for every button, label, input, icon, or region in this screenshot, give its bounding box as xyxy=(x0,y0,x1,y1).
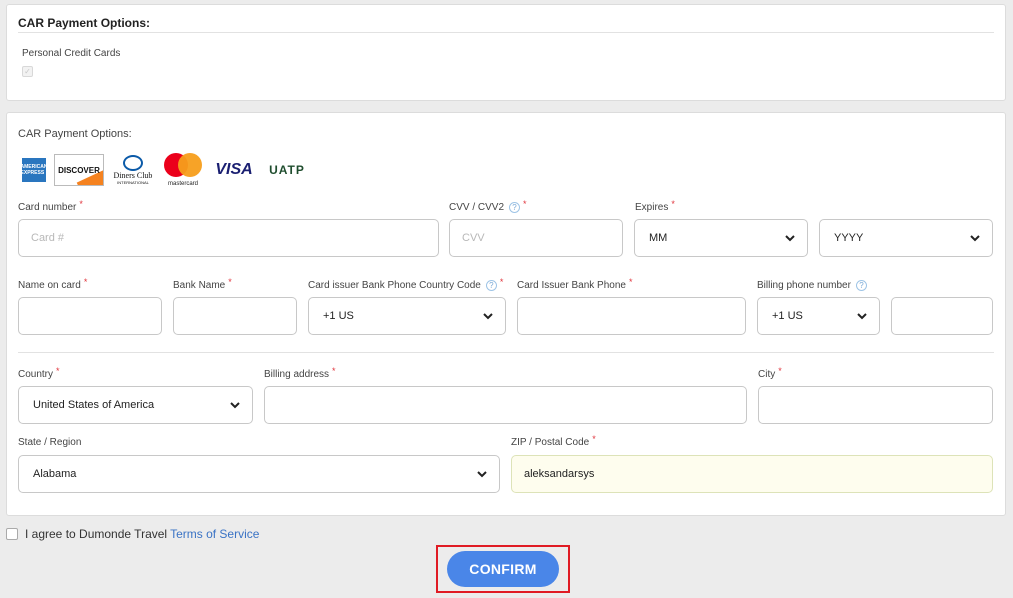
section-title: CAR Payment Options: xyxy=(18,128,132,140)
chevron-down-icon xyxy=(483,313,493,320)
expires-month-select[interactable]: MM xyxy=(634,219,808,257)
zip-input[interactable]: aleksandarsys xyxy=(511,455,993,493)
confirm-button[interactable]: CONFIRM xyxy=(447,551,559,587)
chevron-down-icon xyxy=(970,235,980,242)
city-input[interactable] xyxy=(758,386,993,424)
state-select[interactable]: Alabama xyxy=(18,455,500,493)
section-title: CAR Payment Options: xyxy=(18,16,151,30)
name-on-card-label: Name on card * xyxy=(18,277,88,291)
expires-label: Expires * xyxy=(635,199,675,213)
help-icon[interactable]: ? xyxy=(509,202,521,213)
personal-cards-panel: CAR Payment Options: Personal Credit Car… xyxy=(6,4,1006,101)
country-select[interactable]: United States of America xyxy=(18,386,253,424)
issuer-country-code-label: Card issuer Bank Phone Country Code? * xyxy=(308,277,504,292)
terms-text: I agree to Dumonde Travel xyxy=(25,527,168,541)
name-on-card-input[interactable] xyxy=(18,297,162,335)
billing-phone-input[interactable] xyxy=(891,297,993,335)
divider xyxy=(18,352,994,353)
state-label: State / Region xyxy=(18,437,82,448)
issuer-country-code-select[interactable]: +1 US xyxy=(308,297,506,335)
chevron-down-icon xyxy=(477,471,487,478)
cvv-input[interactable]: CVV xyxy=(449,219,623,257)
chevron-down-icon xyxy=(785,235,795,242)
amex-logo: AMERICAN EXPRESS xyxy=(21,158,47,182)
issuer-phone-label: Card Issuer Bank Phone * xyxy=(517,277,633,291)
billing-address-input[interactable] xyxy=(264,386,747,424)
terms-row: I agree to Dumonde Travel Terms of Servi… xyxy=(6,527,259,541)
divider xyxy=(18,32,994,33)
chevron-down-icon xyxy=(230,402,240,409)
billing-address-label: Billing address * xyxy=(264,366,336,380)
card-number-input[interactable]: Card # xyxy=(18,219,439,257)
confirm-highlight: CONFIRM xyxy=(436,545,570,593)
bank-name-label: Bank Name * xyxy=(173,277,232,291)
terms-checkbox[interactable] xyxy=(6,528,18,540)
billing-phone-code-select[interactable]: +1 US xyxy=(757,297,880,335)
city-label: City * xyxy=(758,366,782,380)
diners-club-logo: Diners Club INTERNATIONAL xyxy=(112,154,154,186)
personal-credit-cards-label: Personal Credit Cards xyxy=(22,48,121,59)
expires-year-select[interactable]: YYYY xyxy=(819,219,993,257)
card-logos: AMERICAN EXPRESS DISCOVER Diners Club IN… xyxy=(21,153,310,187)
cvv-label: CVV / CVV2? * xyxy=(449,199,527,214)
zip-label: ZIP / Postal Code * xyxy=(511,434,596,448)
issuer-phone-input[interactable] xyxy=(517,297,746,335)
uatp-logo: UATP xyxy=(269,163,305,177)
visa-logo: VISA xyxy=(215,161,253,178)
personal-credit-cards-checkbox[interactable]: ✓ xyxy=(22,66,33,77)
card-number-label: Card number * xyxy=(18,199,83,213)
payment-form-panel: CAR Payment Options: AMERICAN EXPRESS DI… xyxy=(6,112,1006,516)
chevron-down-icon xyxy=(857,313,867,320)
discover-logo: DISCOVER xyxy=(54,154,104,186)
terms-of-service-link[interactable]: Terms of Service xyxy=(170,527,259,541)
bank-name-input[interactable] xyxy=(173,297,297,335)
help-icon[interactable]: ? xyxy=(855,280,867,291)
billing-phone-label: Billing phone number? xyxy=(757,280,867,291)
help-icon[interactable]: ? xyxy=(485,280,497,291)
mastercard-logo: mastercard xyxy=(162,153,204,187)
country-label: Country * xyxy=(18,366,60,380)
